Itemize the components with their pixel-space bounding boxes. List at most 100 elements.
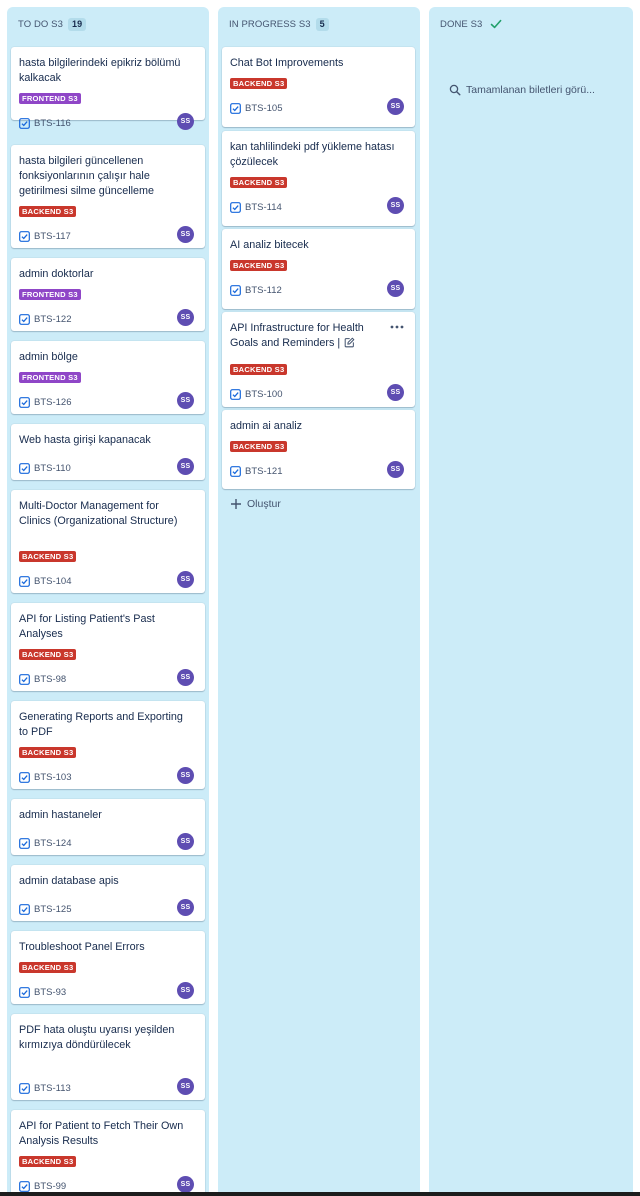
assignee-avatar[interactable]: SS <box>177 982 194 999</box>
issue-key: BTS-114 <box>245 201 282 213</box>
assignee-avatar[interactable]: SS <box>177 1078 194 1095</box>
assignee-avatar[interactable]: SS <box>387 197 404 214</box>
card-key[interactable]: BTS-116 <box>19 117 71 129</box>
assignee-avatar[interactable]: SS <box>177 458 194 475</box>
issue-card[interactable]: admin database apis BTS-125 SS <box>11 865 205 921</box>
label-badge: BACKEND S3 <box>19 649 77 660</box>
issue-card[interactable]: API for Patient to Fetch Their Own Analy… <box>11 1110 205 1196</box>
label-badge: FRONTEND S3 <box>19 372 81 383</box>
label-badge: BACKEND S3 <box>230 78 288 89</box>
label-badge: BACKEND S3 <box>230 364 288 375</box>
card-key[interactable]: BTS-124 <box>19 837 72 849</box>
card-key[interactable]: BTS-99 <box>19 1180 66 1192</box>
card-key[interactable]: BTS-93 <box>19 986 66 998</box>
checkbox-icon <box>230 388 241 400</box>
card-key[interactable]: BTS-113 <box>19 1082 71 1094</box>
card-key[interactable]: BTS-112 <box>230 284 282 296</box>
create-label: Oluştur <box>247 498 281 510</box>
issue-card[interactable]: Chat Bot Improvements BACKEND S3 BTS-105… <box>222 47 415 127</box>
label-badge: FRONTEND S3 <box>19 289 81 300</box>
card-key[interactable]: BTS-105 <box>230 102 283 114</box>
card-title: Chat Bot Improvements <box>230 57 344 69</box>
assignee-avatar[interactable]: SS <box>387 384 404 401</box>
issue-card[interactable]: PDF hata oluştu uyarısı yeşilden kırmızı… <box>11 1014 205 1100</box>
issue-card[interactable]: Multi-Doctor Management for Clinics (Org… <box>11 490 205 593</box>
assignee-avatar[interactable]: SS <box>387 461 404 478</box>
label-badge: BACKEND S3 <box>19 551 77 562</box>
issue-card[interactable]: Generating Reports and Exporting to PDF … <box>11 701 205 789</box>
checkmark-icon <box>491 19 502 29</box>
view-completed-issues-link[interactable]: Tamamlanan biletleri görü... <box>449 84 595 96</box>
issue-card[interactable]: admin doktorlar FRONTEND S3 BTS-122 SS <box>11 258 205 331</box>
column-in-progress: IN PROGRESS S3 5 Chat Bot Improvements B… <box>218 7 420 1196</box>
issue-card[interactable]: admin hastaneler BTS-124 SS <box>11 799 205 855</box>
issue-card[interactable]: admin ai analiz BACKEND S3 BTS-121 SS <box>222 410 415 489</box>
card-title: admin bölge <box>19 351 78 363</box>
checkbox-icon <box>230 284 241 296</box>
issue-key: BTS-113 <box>34 1082 71 1094</box>
checkbox-icon <box>19 117 30 129</box>
issue-card[interactable]: kan tahlilindeki pdf yükleme hatası çözü… <box>222 131 415 226</box>
card-key[interactable]: BTS-125 <box>19 903 72 915</box>
card-key[interactable]: BTS-110 <box>19 462 71 474</box>
checkbox-icon <box>19 986 30 998</box>
assignee-avatar[interactable]: SS <box>177 571 194 588</box>
assignee-avatar[interactable]: SS <box>387 98 404 115</box>
issue-key: BTS-93 <box>34 986 67 998</box>
column-header-done[interactable]: DONE S3 <box>440 17 503 31</box>
issue-card[interactable]: hasta bilgileri güncellenen fonksiyonlar… <box>11 145 205 248</box>
card-key[interactable]: BTS-100 <box>230 388 283 400</box>
assignee-avatar[interactable]: SS <box>177 1176 194 1193</box>
card-title: PDF hata oluştu uyarısı yeşilden kırmızı… <box>19 1024 175 1051</box>
card-key[interactable]: BTS-121 <box>230 465 283 477</box>
issue-key: BTS-110 <box>34 462 71 474</box>
issue-key: BTS-99 <box>34 1180 67 1192</box>
issue-key: BTS-126 <box>34 396 72 408</box>
card-key[interactable]: BTS-98 <box>19 673 66 685</box>
issue-card[interactable]: admin bölge FRONTEND S3 BTS-126 SS <box>11 341 205 414</box>
issue-key: BTS-104 <box>34 575 72 587</box>
issue-key: BTS-122 <box>34 313 72 325</box>
assignee-avatar[interactable]: SS <box>177 899 194 916</box>
assignee-avatar[interactable]: SS <box>177 226 194 243</box>
assignee-avatar[interactable]: SS <box>177 392 194 409</box>
card-title: API Infrastructure for Health Goals and … <box>230 321 380 351</box>
card-key[interactable]: BTS-126 <box>19 396 72 408</box>
issue-card[interactable]: API for Listing Patient's Past Analyses … <box>11 603 205 691</box>
assignee-avatar[interactable]: SS <box>177 309 194 326</box>
assignee-avatar[interactable]: SS <box>177 113 194 130</box>
card-key[interactable]: BTS-104 <box>19 575 72 587</box>
assignee-avatar[interactable]: SS <box>387 280 404 297</box>
create-issue-button[interactable]: Oluştur <box>230 498 281 510</box>
edit-icon[interactable] <box>344 337 355 348</box>
card-title: admin database apis <box>19 875 119 887</box>
more-horizontal-icon[interactable] <box>389 320 405 334</box>
issue-card[interactable]: AI analiz bitecek BACKEND S3 BTS-112 SS <box>222 229 415 309</box>
column-header-in-progress[interactable]: IN PROGRESS S3 5 <box>229 17 329 31</box>
label-badge: BACKEND S3 <box>19 206 77 217</box>
card-title: Troubleshoot Panel Errors <box>19 941 145 953</box>
card-title: admin ai analiz <box>230 420 303 432</box>
window-bottom-edge <box>0 1192 640 1196</box>
column-header-todo[interactable]: TO DO S3 19 <box>18 17 87 31</box>
issue-card[interactable]: Troubleshoot Panel Errors BACKEND S3 BTS… <box>11 931 205 1004</box>
column-title: TO DO S3 <box>18 18 63 30</box>
assignee-avatar[interactable]: SS <box>177 833 194 850</box>
issue-count-badge: 19 <box>67 17 87 31</box>
card-key[interactable]: BTS-114 <box>230 201 282 213</box>
card-title: admin doktorlar <box>19 268 94 280</box>
assignee-avatar[interactable]: SS <box>177 669 194 686</box>
issue-card[interactable]: Web hasta girişi kapanacak BTS-110 SS <box>11 424 205 480</box>
label-badge: BACKEND S3 <box>19 962 77 973</box>
card-key[interactable]: BTS-103 <box>19 771 72 783</box>
issue-card[interactable]: API Infrastructure for Health Goals and … <box>222 312 415 407</box>
column-title: DONE S3 <box>440 18 483 30</box>
card-key[interactable]: BTS-117 <box>19 230 71 242</box>
search-icon <box>449 84 461 96</box>
assignee-avatar[interactable]: SS <box>177 767 194 784</box>
card-title: API for Patient to Fetch Their Own Analy… <box>19 1120 184 1147</box>
checkbox-icon <box>230 201 241 213</box>
label-badge: FRONTEND S3 <box>19 93 81 104</box>
card-key[interactable]: BTS-122 <box>19 313 72 325</box>
issue-card[interactable]: hasta bilgilerindeki epikriz bölümü kalk… <box>11 47 205 130</box>
